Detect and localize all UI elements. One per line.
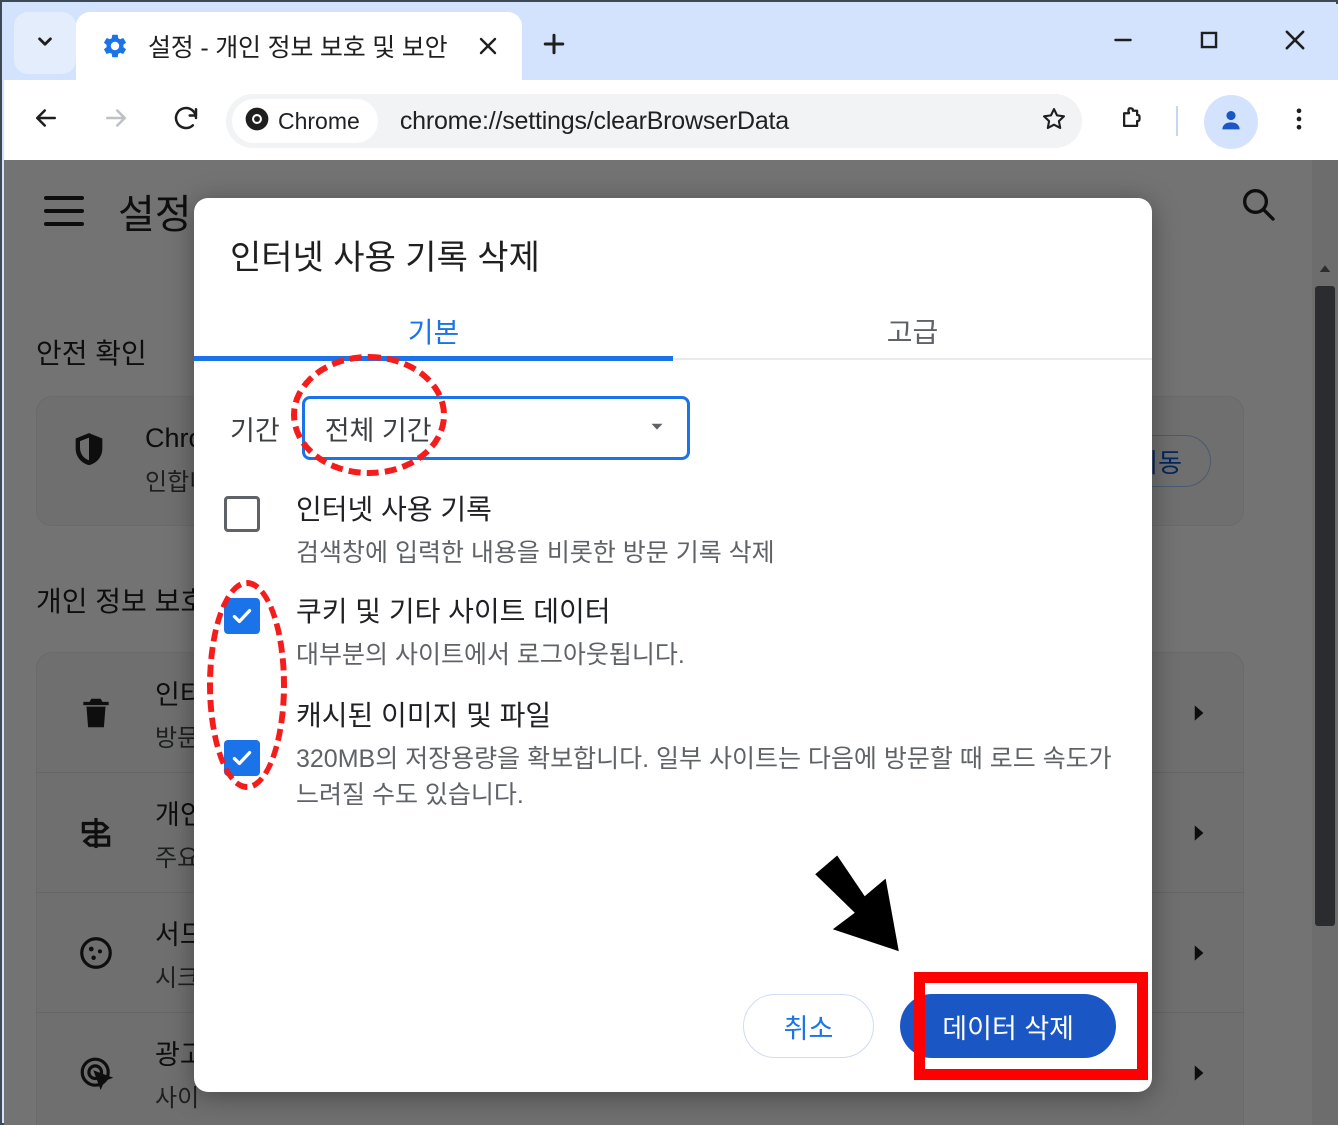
reload-icon bbox=[171, 103, 201, 138]
tab-search-button[interactable] bbox=[14, 12, 76, 74]
option-cached-files[interactable]: 캐시된 이미지 및 파일 320MB의 저장용량을 확보합니다. 일부 사이트는… bbox=[194, 694, 1152, 813]
option-browsing-history[interactable]: 인터넷 사용 기록 검색창에 입력한 내용을 비롯한 방문 기록 삭제 bbox=[194, 488, 1152, 572]
tab-advanced[interactable]: 고급 bbox=[673, 302, 1152, 360]
maximize-button[interactable] bbox=[1166, 4, 1252, 80]
chrome-chip-label: Chrome bbox=[278, 108, 360, 135]
chevron-down-icon bbox=[32, 28, 58, 59]
extensions-button[interactable] bbox=[1104, 94, 1158, 148]
tab-basic[interactable]: 기본 bbox=[194, 302, 673, 360]
checkbox-browsing-history[interactable] bbox=[224, 496, 260, 532]
new-tab-button[interactable] bbox=[528, 20, 580, 72]
dialog-title: 인터넷 사용 기록 삭제 bbox=[230, 230, 540, 279]
browser-window: 설정 - 개인 정보 보호 및 보안 bbox=[0, 0, 1338, 1125]
option-cookies[interactable]: 쿠키 및 기타 사이트 데이터 대부분의 사이트에서 로그아웃됩니다. bbox=[194, 590, 1152, 674]
forward-button[interactable] bbox=[88, 92, 144, 148]
chrome-origin-chip: Chrome bbox=[232, 99, 378, 143]
tab-active-underline bbox=[194, 356, 673, 361]
star-icon bbox=[1040, 105, 1068, 138]
tab-title: 설정 - 개인 정보 보호 및 보안 bbox=[148, 28, 466, 64]
browser-tab[interactable]: 설정 - 개인 정보 보호 및 보안 bbox=[76, 12, 522, 80]
puzzle-icon bbox=[1116, 104, 1146, 139]
time-range-label: 기간 bbox=[230, 409, 280, 448]
close-window-button[interactable] bbox=[1252, 4, 1338, 80]
bookmark-button[interactable] bbox=[1032, 99, 1076, 143]
tab-close-button[interactable] bbox=[466, 24, 510, 68]
clear-browsing-data-dialog: 인터넷 사용 기록 삭제 기본 고급 기간 전체 기간 인터넷 사 bbox=[194, 198, 1152, 1092]
caret-down-icon bbox=[646, 415, 668, 442]
time-range-select[interactable]: 전체 기간 bbox=[302, 396, 690, 460]
three-dot-menu-icon bbox=[1285, 105, 1313, 138]
arrow-right-icon bbox=[101, 103, 131, 138]
dialog-footer: 취소 데이터 삭제 bbox=[743, 994, 1116, 1058]
screenshot-root: 설정 - 개인 정보 보호 및 보안 bbox=[0, 0, 1338, 1125]
time-range-row: 기간 전체 기간 bbox=[230, 396, 690, 460]
address-bar-url: chrome://settings/clearBrowserData bbox=[400, 107, 789, 136]
checkbox-cached-files[interactable] bbox=[224, 740, 260, 776]
gear-icon bbox=[100, 31, 130, 61]
profile-button[interactable] bbox=[1204, 95, 1258, 149]
option-title: 캐시된 이미지 및 파일 bbox=[296, 694, 1126, 734]
tab-strip: 설정 - 개인 정보 보호 및 보안 bbox=[4, 4, 1338, 80]
plus-icon bbox=[539, 29, 569, 64]
browser-menu-button[interactable] bbox=[1272, 94, 1326, 148]
minimize-icon bbox=[1110, 27, 1136, 58]
person-icon bbox=[1217, 106, 1245, 139]
option-texts: 캐시된 이미지 및 파일 320MB의 저장용량을 확보합니다. 일부 사이트는… bbox=[296, 694, 1126, 813]
back-button[interactable] bbox=[18, 92, 74, 148]
toolbar-divider bbox=[1176, 106, 1178, 136]
arrow-left-icon bbox=[31, 103, 61, 138]
browser-toolbar: Chrome chrome://settings/clearBrowserDat… bbox=[4, 80, 1338, 160]
maximize-icon bbox=[1196, 27, 1222, 58]
option-description: 검색창에 입력한 내용을 비롯한 방문 기록 삭제 bbox=[296, 536, 1126, 572]
option-description: 대부분의 사이트에서 로그아웃됩니다. bbox=[296, 638, 1126, 674]
minimize-button[interactable] bbox=[1080, 4, 1166, 80]
address-bar[interactable]: Chrome chrome://settings/clearBrowserDat… bbox=[226, 94, 1082, 148]
window-controls bbox=[1080, 4, 1338, 80]
option-title: 인터넷 사용 기록 bbox=[296, 488, 1126, 528]
checkbox-cookies[interactable] bbox=[224, 598, 260, 634]
close-icon bbox=[1281, 26, 1309, 59]
option-title: 쿠키 및 기타 사이트 데이터 bbox=[296, 590, 1126, 630]
chrome-logo-icon bbox=[244, 106, 270, 137]
reload-button[interactable] bbox=[158, 92, 214, 148]
time-range-value: 전체 기간 bbox=[325, 409, 432, 448]
cancel-button[interactable]: 취소 bbox=[743, 994, 875, 1058]
option-description: 320MB의 저장용량을 확보합니다. 일부 사이트는 다음에 방문할 때 로드… bbox=[296, 742, 1126, 813]
clear-data-button[interactable]: 데이터 삭제 bbox=[900, 994, 1116, 1058]
option-texts: 쿠키 및 기타 사이트 데이터 대부분의 사이트에서 로그아웃됩니다. bbox=[296, 590, 1126, 674]
option-texts: 인터넷 사용 기록 검색창에 입력한 내용을 비롯한 방문 기록 삭제 bbox=[296, 488, 1126, 572]
dialog-tabs: 기본 고급 bbox=[194, 302, 1152, 360]
